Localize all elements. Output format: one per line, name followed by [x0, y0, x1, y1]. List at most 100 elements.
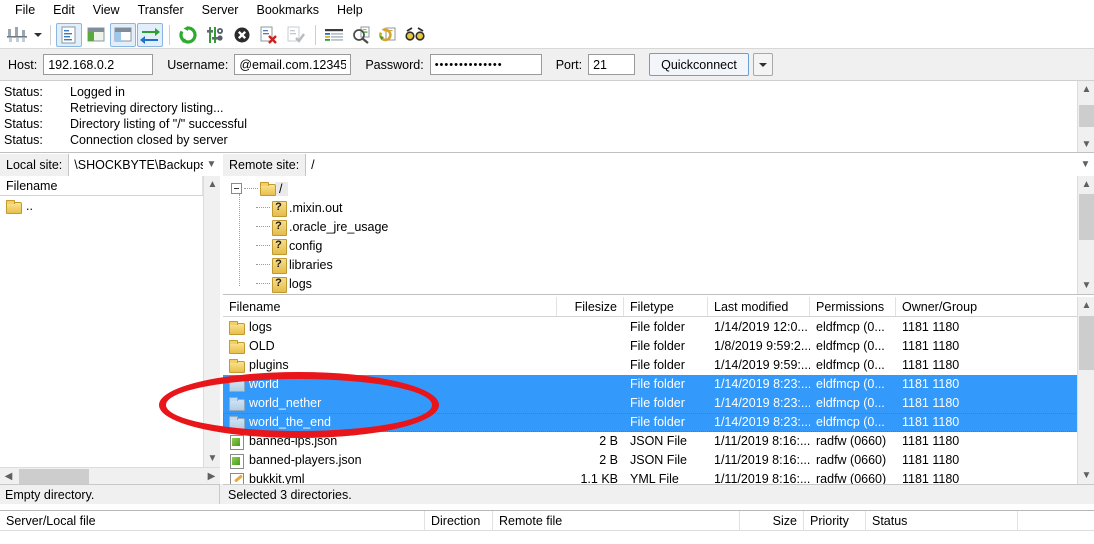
host-input[interactable] — [43, 54, 154, 75]
tree-guide-dots — [244, 188, 258, 189]
scroll-down-icon[interactable]: ▼ — [204, 450, 221, 467]
toggle-message-log-icon[interactable] — [56, 22, 82, 47]
folder-icon — [229, 359, 245, 373]
compare-directories-icon[interactable] — [348, 23, 374, 47]
tree-guide-dots — [256, 226, 270, 227]
scroll-up-icon[interactable]: ▲ — [1078, 297, 1094, 314]
table-row[interactable]: bukkit.yml 1.1 KB YML File 1/11/2019 8:1… — [223, 470, 1094, 484]
local-vertical-scrollbar[interactable]: ▲ ▼ — [203, 176, 220, 467]
remote-list-vertical-scrollbar[interactable]: ▲ ▼ — [1077, 297, 1094, 484]
local-column-filename[interactable]: Filename — [0, 176, 203, 195]
cancel-operation-icon[interactable] — [229, 23, 255, 47]
site-manager-dropdown-icon[interactable] — [31, 23, 45, 47]
quickconnect-button[interactable]: Quickconnect — [649, 53, 749, 76]
tree-node-logs[interactable]: logs — [223, 274, 1094, 293]
queue-column-status[interactable]: Status — [866, 510, 1018, 531]
local-site-path-combo[interactable]: \SHOCKBYTE\Backups\ ▼ — [69, 153, 220, 176]
remote-column-permissions[interactable]: Permissions — [810, 297, 896, 316]
scrollbar-thumb[interactable] — [1079, 194, 1094, 240]
scrollbar-thumb[interactable] — [1079, 105, 1094, 127]
scroll-down-icon[interactable]: ▼ — [1078, 467, 1094, 484]
remote-column-filename[interactable]: Filename — [223, 297, 557, 316]
scroll-up-icon[interactable]: ▲ — [204, 176, 221, 193]
remote-column-last-modified[interactable]: Last modified — [708, 297, 810, 316]
file-type: File folder — [630, 358, 685, 372]
tree-node-libraries[interactable]: libraries — [223, 255, 1094, 274]
scroll-down-icon[interactable]: ▼ — [1078, 277, 1094, 294]
chevron-down-icon[interactable]: ▼ — [203, 159, 220, 170]
password-input[interactable] — [429, 54, 542, 75]
toggle-remote-tree-icon[interactable] — [110, 22, 136, 47]
queue-column-priority[interactable]: Priority — [804, 510, 866, 531]
queue-column-remote-file[interactable]: Remote file — [493, 510, 740, 531]
menu-item-help[interactable]: Help — [328, 1, 372, 20]
synchronized-browsing-icon[interactable] — [375, 23, 401, 47]
queue-column-direction[interactable]: Direction — [425, 510, 493, 531]
quickconnect-dropdown-button[interactable] — [752, 53, 773, 76]
menu-item-server[interactable]: Server — [193, 1, 248, 20]
file-owner: 1181 1180 — [902, 415, 960, 429]
log-row: Status: Connection closed by server — [0, 132, 1075, 148]
scrollbar-thumb[interactable] — [1079, 316, 1094, 370]
list-item[interactable]: .. — [0, 197, 220, 216]
scroll-left-icon[interactable]: ◀ — [0, 468, 17, 485]
folder-icon — [229, 397, 245, 411]
scroll-down-icon[interactable]: ▼ — [1078, 136, 1094, 152]
port-input[interactable] — [588, 54, 636, 75]
remote-column-filesize[interactable]: Filesize — [557, 297, 624, 316]
file-modified: 1/11/2019 8:16:... — [714, 453, 810, 467]
local-site-label: Local site: — [0, 153, 70, 176]
menu-item-file[interactable]: File — [6, 1, 44, 20]
refresh-icon[interactable] — [175, 23, 201, 47]
tree-node-config[interactable]: config — [223, 236, 1094, 255]
tree-node-root[interactable]: / — [223, 179, 1094, 198]
file-type: File folder — [630, 396, 685, 410]
scrollbar-thumb[interactable] — [19, 469, 89, 484]
table-row[interactable]: banned-ips.json 2 B JSON File 1/11/2019 … — [223, 432, 1094, 451]
table-row[interactable]: plugins File folder 1/14/2019 9:59:... e… — [223, 356, 1094, 375]
remote-column-filetype[interactable]: Filetype — [624, 297, 708, 316]
scroll-right-icon[interactable]: ▶ — [203, 468, 220, 485]
file-permissions: radfw (0660) — [816, 453, 887, 467]
tree-node-mixin-out[interactable]: .mixin.out — [223, 198, 1094, 217]
collapse-icon[interactable] — [231, 183, 242, 194]
remote-column-owner-group[interactable]: Owner/Group — [896, 297, 1076, 316]
queue-column-server-local-file[interactable]: Server/Local file — [0, 510, 425, 531]
remote-site-bar: Remote site: / ▼ — [223, 153, 1094, 176]
table-row[interactable]: banned-players.json 2 B JSON File 1/11/2… — [223, 451, 1094, 470]
toggle-local-tree-icon[interactable] — [83, 23, 109, 47]
process-queue-icon[interactable] — [202, 23, 228, 47]
menu-item-edit[interactable]: Edit — [44, 1, 84, 20]
scroll-up-icon[interactable]: ▲ — [1078, 81, 1094, 98]
filter-icon[interactable] — [321, 23, 347, 47]
file-permissions: radfw (0660) — [816, 434, 887, 448]
file-size: 1.1 KB — [580, 472, 618, 484]
file-permissions: eldfmcp (0... — [816, 396, 885, 410]
table-row[interactable]: world_the_end File folder 1/14/2019 8:23… — [223, 413, 1094, 432]
unknown-folder-icon — [272, 219, 287, 236]
menu-item-transfer[interactable]: Transfer — [129, 1, 193, 20]
table-row[interactable]: OLD File folder 1/8/2019 9:59:2... eldfm… — [223, 337, 1094, 356]
file-name: plugins — [249, 358, 289, 372]
file-modified: 1/11/2019 8:16:... — [714, 472, 810, 484]
chevron-down-icon[interactable]: ▼ — [1077, 159, 1094, 170]
remote-site-path-combo[interactable]: / ▼ — [306, 153, 1094, 176]
toggle-transfer-queue-icon[interactable] — [137, 22, 163, 47]
log-vertical-scrollbar[interactable]: ▲ ▼ — [1077, 81, 1094, 152]
site-manager-icon[interactable] — [4, 23, 30, 47]
table-row[interactable]: world_nether File folder 1/14/2019 8:23:… — [223, 394, 1094, 413]
menu-item-bookmarks[interactable]: Bookmarks — [247, 1, 328, 20]
disconnect-icon[interactable] — [256, 23, 282, 47]
table-row[interactable]: world File folder 1/14/2019 8:23:... eld… — [223, 375, 1094, 394]
remote-tree-vertical-scrollbar[interactable]: ▲ ▼ — [1077, 176, 1094, 294]
scroll-up-icon[interactable]: ▲ — [1078, 176, 1094, 193]
reconnect-icon[interactable] — [283, 23, 309, 47]
username-input[interactable] — [234, 54, 352, 75]
tree-node-oracle-jre-usage[interactable]: .oracle_jre_usage — [223, 217, 1094, 236]
tree-guide-line — [239, 194, 240, 286]
local-horizontal-scrollbar[interactable]: ◀ ▶ — [0, 467, 220, 484]
queue-column-size[interactable]: Size — [740, 510, 804, 531]
table-row[interactable]: logs File folder 1/14/2019 12:0... eldfm… — [223, 318, 1094, 337]
menu-item-view[interactable]: View — [84, 1, 129, 20]
find-files-icon[interactable] — [402, 23, 428, 47]
